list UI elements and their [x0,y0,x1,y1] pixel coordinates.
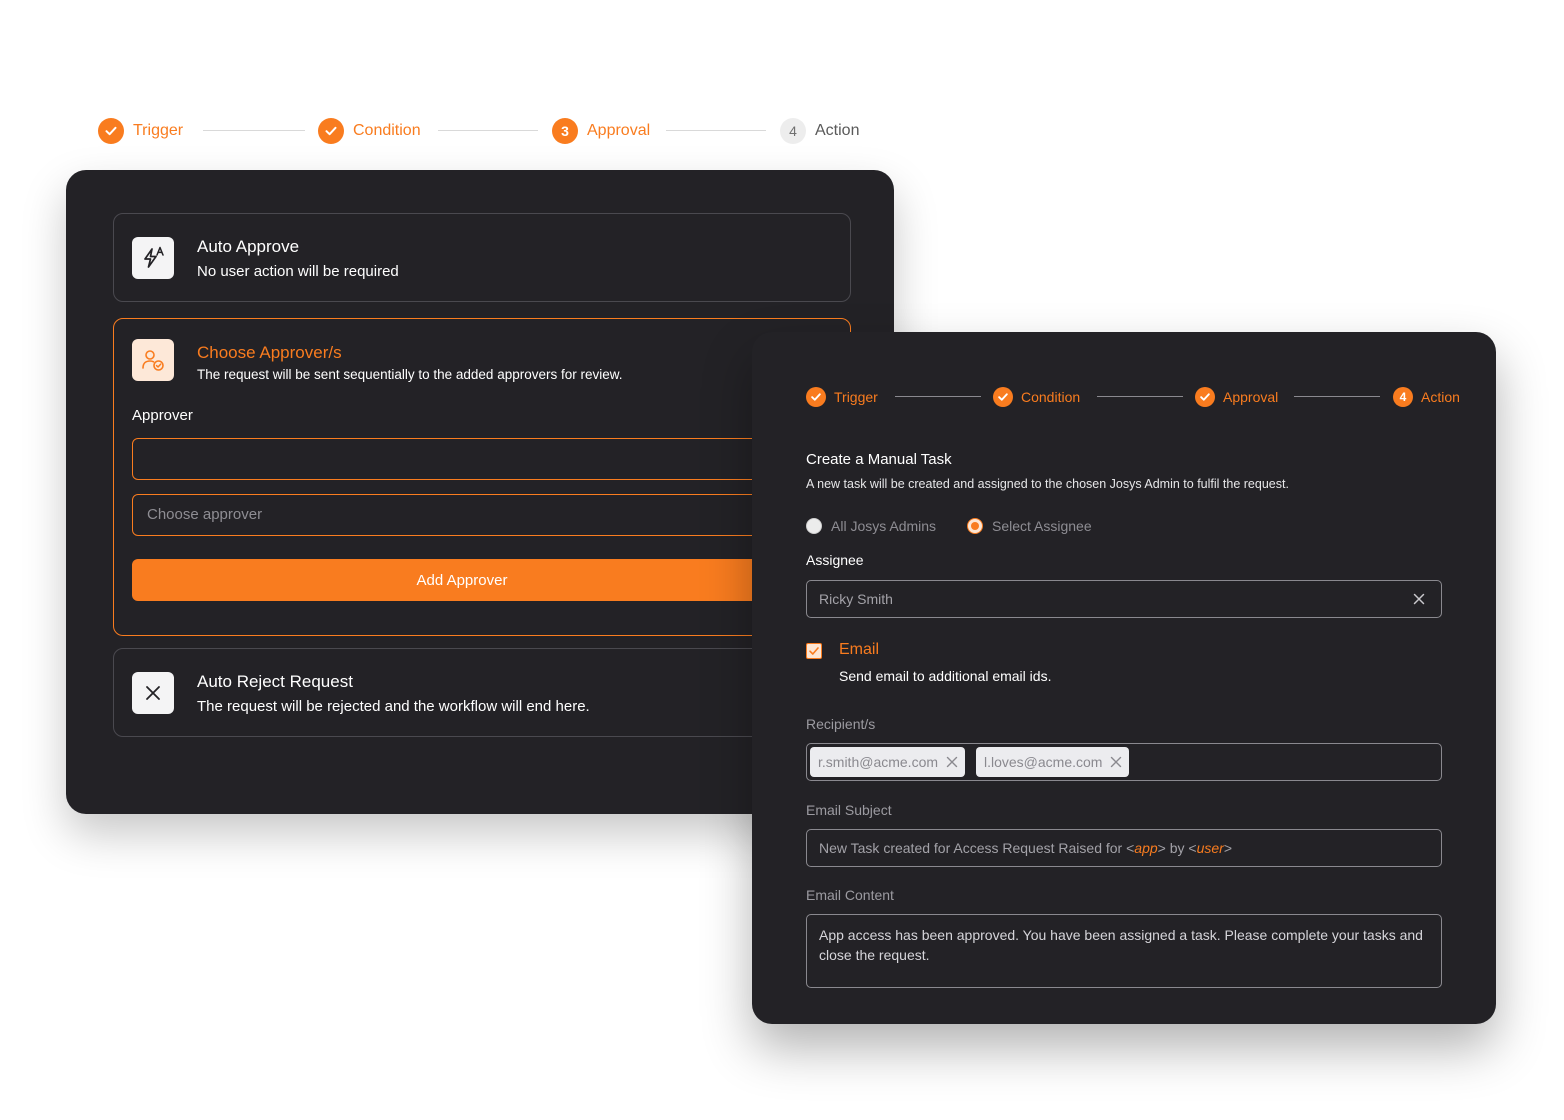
step-connector [438,130,538,131]
email-checkbox[interactable] [806,643,822,659]
radio-label: All Josys Admins [831,518,937,534]
check-icon [1195,387,1215,407]
subject-value: New Task created for Access Request Rais… [819,840,1233,856]
option-title: Choose Approver/s [197,343,342,362]
auto-reject-option[interactable]: Auto Reject Request The request will be … [113,648,851,737]
assignee-label: Assignee [806,552,864,568]
step-number: 4 [1393,387,1413,407]
radio-select-assignee[interactable]: Select Assignee [967,518,1092,534]
option-subtitle: The request will be sent sequentially to… [197,367,623,382]
check-icon [993,387,1013,407]
add-approver-button[interactable]: Add Approver [132,559,792,601]
assignee-value: Ricky Smith [819,591,893,607]
recipient-chip: l.loves@acme.com [976,747,1130,777]
close-icon [132,672,174,714]
email-subtitle: Send email to additional email ids. [839,668,1052,684]
option-title: Auto Reject Request [197,672,353,691]
radio-unselected-icon [806,518,822,534]
subject-variable: user [1196,840,1224,856]
step-connector [1294,396,1380,397]
option-title: Auto Approve [197,237,300,256]
checkbox-check-icon [809,647,819,655]
step-number: 4 [780,118,806,144]
content-value: App access has been approved. You have b… [819,927,1423,963]
option-subtitle: No user action will be required [197,263,399,280]
auto-approve-icon [132,237,174,279]
check-icon [806,387,826,407]
step-label: Condition [353,122,421,139]
step-connector [1097,396,1183,397]
close-icon[interactable] [946,756,958,768]
content-textarea[interactable]: App access has been approved. You have b… [806,914,1442,988]
subject-variable: app [1134,840,1158,856]
step-condition[interactable]: Condition [993,386,1080,408]
step-approval[interactable]: Approval [1195,386,1278,408]
approver-label: Approver [132,407,193,424]
step-label: Condition [1021,389,1081,405]
radio-all-admins[interactable]: All Josys Admins [806,518,936,534]
section-title: Create a Manual Task [806,451,952,468]
step-approval[interactable]: 3 Approval [552,116,650,146]
approver-select[interactable]: Choose approver [132,494,792,536]
radio-label: Select Assignee [992,518,1092,534]
step-trigger[interactable]: Trigger [806,386,878,408]
step-label: Approval [587,122,651,139]
subject-field[interactable]: New Task created for Access Request Rais… [806,829,1442,867]
option-subtitle: The request will be rejected and the wor… [197,698,590,715]
check-icon [98,118,124,144]
user-check-icon [132,339,174,381]
step-number: 3 [552,118,578,144]
content-label: Email Content [806,887,894,903]
email-title: Email [839,641,880,658]
step-condition[interactable]: Condition [318,116,421,146]
approver-input[interactable] [132,438,792,480]
section-subtitle: A new task will be created and assigned … [806,477,1289,491]
step-connector [666,130,766,131]
step-label: Trigger [133,122,184,139]
auto-approve-option[interactable]: Auto Approve No user action will be requ… [113,213,851,302]
workflow-stepper: Trigger Condition 3 Approval 4 Action [98,116,870,146]
step-trigger[interactable]: Trigger [98,116,183,146]
step-connector [895,396,981,397]
step-label: Trigger [834,389,878,405]
step-connector [203,130,305,131]
recipients-label: Recipient/s [806,716,876,732]
approver-select-placeholder: Choose approver [147,506,263,523]
radio-selected-icon [967,518,983,534]
close-icon[interactable] [1411,591,1427,607]
check-icon [318,118,344,144]
step-label: Approval [1223,389,1279,405]
step-label: Action [815,122,860,139]
action-panel: Trigger Condition Approval 4 Action Crea… [752,332,1496,1024]
recipients-field[interactable]: r.smith@acme.com l.loves@acme.com [806,743,1442,781]
close-icon[interactable] [1110,756,1122,768]
recipient-email: l.loves@acme.com [984,754,1103,770]
recipient-email: r.smith@acme.com [818,754,939,770]
step-action[interactable]: 4 Action [1393,386,1460,408]
recipient-chip: r.smith@acme.com [810,747,966,777]
step-label: Action [1421,389,1460,405]
choose-approvers-option[interactable]: Choose Approver/s The request will be se… [113,318,851,636]
step-action[interactable]: 4 Action [780,116,859,146]
subject-label: Email Subject [806,802,892,818]
assignee-field[interactable]: Ricky Smith [806,580,1442,618]
